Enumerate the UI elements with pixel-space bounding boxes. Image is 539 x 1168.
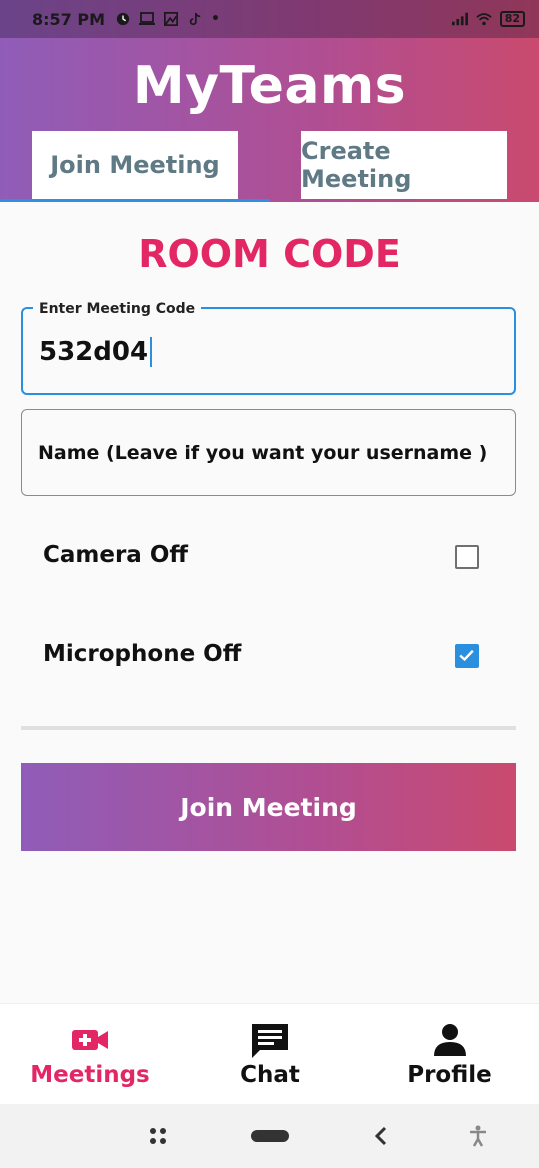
room-code-heading: ROOM CODE [138, 232, 401, 276]
checkmark-icon [459, 649, 474, 662]
image-icon [164, 12, 179, 26]
accessibility-icon[interactable] [466, 1124, 490, 1148]
laptop-icon [139, 12, 156, 25]
camera-off-checkbox[interactable] [455, 545, 479, 569]
wifi-icon [475, 13, 492, 26]
home-pill-icon[interactable] [250, 1124, 290, 1148]
nav-item-chat[interactable]: Chat [180, 1004, 360, 1105]
status-time: 8:57 PM [32, 9, 106, 29]
nav-label-profile: Profile [407, 1062, 492, 1088]
camera-off-label: Camera Off [43, 542, 189, 568]
tab-join-meeting[interactable]: Join Meeting [32, 131, 238, 199]
tiktok-icon [189, 12, 201, 26]
status-bar: 8:57 PM • 82 [0, 0, 539, 38]
active-tab-indicator [0, 199, 270, 202]
dot-icon: • [211, 11, 220, 27]
text-caret [150, 337, 153, 367]
battery-icon: 82 [499, 11, 525, 27]
bottom-navigation: Meetings Chat Profile [0, 1003, 539, 1104]
apps-grid-icon[interactable] [146, 1124, 170, 1148]
meeting-code-value: 532d04 [39, 337, 149, 367]
tab-create-meeting[interactable]: Create Meeting [301, 131, 507, 199]
signal-icon [451, 12, 468, 26]
join-meeting-button[interactable]: Join Meeting [21, 763, 516, 851]
section-divider [21, 726, 516, 730]
microphone-off-checkbox[interactable] [455, 644, 479, 668]
nav-label-chat: Chat [240, 1062, 300, 1088]
nav-item-meetings[interactable]: Meetings [0, 1004, 180, 1105]
person-icon [433, 1024, 466, 1056]
video-add-icon [72, 1030, 108, 1050]
status-system-icons: 82 [451, 11, 525, 27]
back-chevron-icon[interactable] [370, 1124, 394, 1148]
app-title: MyTeams [132, 56, 407, 116]
clock-icon [116, 12, 130, 26]
meeting-code-field[interactable]: Enter Meeting Code 532d04 [21, 301, 516, 395]
nav-item-profile[interactable]: Profile [360, 1004, 539, 1105]
microphone-off-label: Microphone Off [43, 641, 242, 667]
name-field[interactable]: Name (Leave if you want your username ) [21, 409, 516, 496]
nav-label-meetings: Meetings [30, 1062, 150, 1088]
name-field-placeholder: Name (Leave if you want your username ) [38, 442, 488, 464]
meeting-code-value-wrap: 532d04 [39, 337, 153, 367]
system-navigation-bar [0, 1104, 539, 1168]
status-notification-icons: • [115, 11, 220, 27]
chat-icon [252, 1024, 288, 1058]
meeting-code-label: Enter Meeting Code [33, 301, 202, 317]
